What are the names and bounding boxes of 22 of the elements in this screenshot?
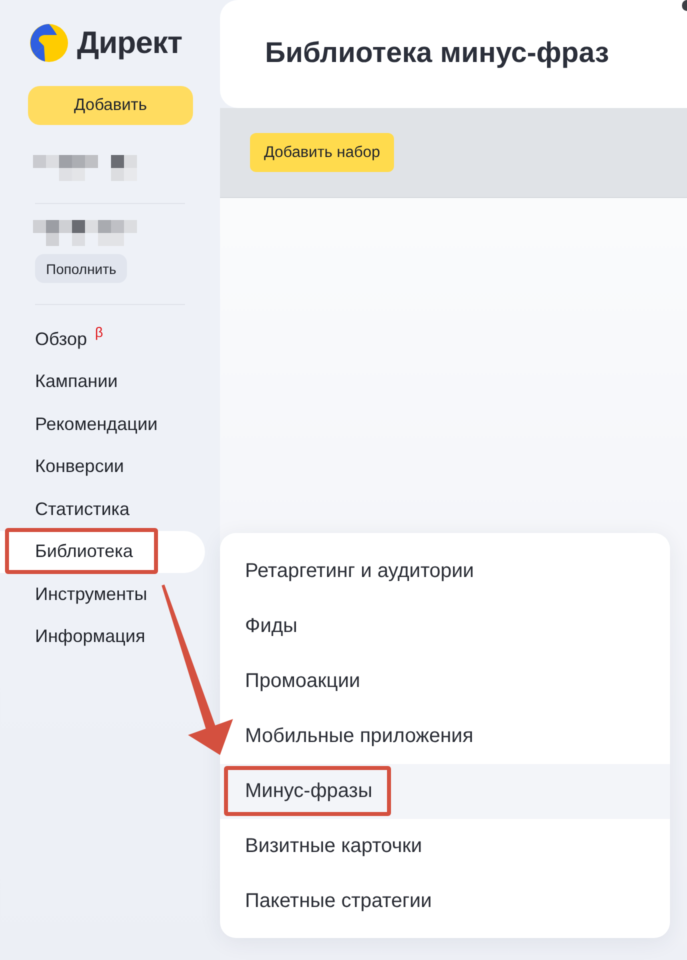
menu-item[interactable]: Промоакции bbox=[220, 654, 670, 708]
menu-item[interactable]: Ретаргетинг и аудитории bbox=[220, 544, 670, 598]
menu-item[interactable]: Пакетные стратегии bbox=[220, 874, 670, 928]
menu-item[interactable]: Визитные карточки bbox=[220, 818, 670, 874]
beta-label: β bbox=[95, 324, 104, 340]
top-up-button[interactable]: Пополнить bbox=[35, 254, 128, 283]
nav-item[interactable]: Конверсии bbox=[0, 446, 205, 488]
logo-icon bbox=[30, 24, 68, 62]
add-button[interactable]: Добавить bbox=[28, 86, 193, 125]
nav-item[interactable]: Кампании bbox=[0, 360, 205, 403]
nav-item[interactable]: Рекомендации bbox=[0, 403, 205, 446]
menu-item[interactable]: Минус-фразы bbox=[220, 764, 670, 818]
nav-item[interactable]: Инструменты bbox=[0, 573, 205, 616]
menu-item[interactable]: Мобильные приложения bbox=[220, 708, 670, 764]
nav-item[interactable]: Статистика bbox=[0, 488, 205, 530]
nav-item[interactable]: Обзор $^{β}$ bbox=[0, 318, 205, 360]
menu-item[interactable]: Фиды bbox=[220, 598, 670, 654]
nav-item[interactable]: Библиотека bbox=[0, 530, 205, 573]
add-set-button[interactable]: Добавить набор bbox=[250, 133, 394, 172]
page-title: Библиотека минус-фраз bbox=[265, 36, 610, 70]
logo-text: Директ bbox=[77, 25, 182, 61]
nav-item[interactable]: Информация bbox=[0, 616, 205, 658]
